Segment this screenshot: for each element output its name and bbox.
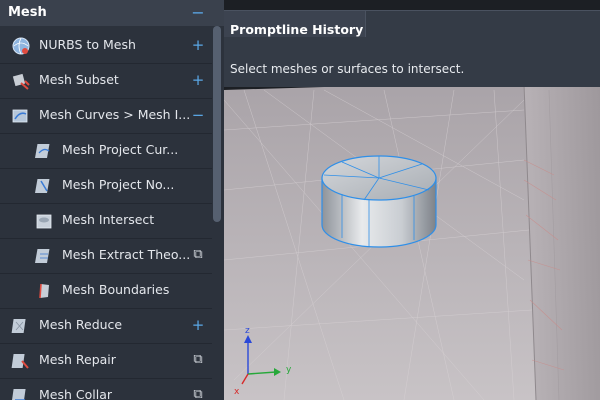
- mesh-section-header[interactable]: Mesh −: [0, 0, 224, 26]
- sidebar-item-label: Mesh Repair: [39, 352, 116, 367]
- promptline-message: Select meshes or surfaces to intersect.: [230, 62, 465, 76]
- sidebar-item-nurbs-to-mesh[interactable]: NURBS to Mesh +: [0, 28, 212, 64]
- popout-icon[interactable]: ⧉: [188, 386, 208, 400]
- sidebar-item-mesh-boundaries[interactable]: Mesh Boundaries: [0, 273, 212, 309]
- nurbs-to-mesh-icon: [12, 37, 30, 55]
- sidebar-item-mesh-collar[interactable]: Mesh Collar ⧉: [0, 378, 212, 400]
- sidebar-item-label: Mesh Intersect: [62, 212, 155, 227]
- promptline-title: Promptline History: [230, 22, 364, 37]
- sidebar-item-mesh-subset[interactable]: Mesh Subset +: [0, 63, 212, 99]
- sidebar-item-label: Mesh Collar: [39, 387, 113, 400]
- axis-y-label: y: [286, 365, 292, 375]
- axis-z-label: z: [245, 326, 250, 336]
- sidebar-item-mesh-extract-theoretical[interactable]: Mesh Extract Theo... ⧉: [0, 238, 212, 274]
- mesh-extract-theoretical-icon: [35, 249, 50, 263]
- sidebar-item-label: Mesh Project Cur...: [62, 142, 179, 157]
- sidebar-item-mesh-curves[interactable]: Mesh Curves > Mesh I... −: [0, 98, 212, 134]
- add-icon[interactable]: +: [188, 71, 208, 89]
- promptline-history-panel: Promptline History Select meshes or surf…: [215, 10, 600, 87]
- sidebar-item-mesh-reduce[interactable]: Mesh Reduce +: [0, 308, 212, 344]
- mesh-repair-icon: [11, 354, 29, 369]
- mesh-collar-icon: [11, 389, 26, 400]
- sidebar-item-label: Mesh Boundaries: [62, 282, 170, 297]
- sidebar-item-label: Mesh Reduce: [39, 317, 123, 332]
- sidebar-item-mesh-project-normal[interactable]: Mesh Project No...: [0, 168, 212, 204]
- sidebar-item-label: Mesh Subset: [39, 72, 119, 87]
- mesh-boundaries-icon: [39, 283, 49, 299]
- sidebar-item-mesh-intersect[interactable]: Mesh Intersect: [0, 203, 212, 239]
- popout-icon[interactable]: ⧉: [188, 246, 208, 264]
- cylinder-mesh[interactable]: [321, 155, 437, 248]
- add-icon[interactable]: +: [188, 316, 208, 334]
- mesh-subset-icon: [12, 73, 30, 90]
- sidebar-item-label: Mesh Curves > Mesh I...: [39, 107, 191, 122]
- collapse-icon[interactable]: −: [188, 106, 208, 124]
- sidebar-item-mesh-project-curve[interactable]: Mesh Project Cur...: [0, 133, 212, 169]
- sidebar-item-mesh-repair[interactable]: Mesh Repair ⧉: [0, 343, 212, 379]
- sidebar-item-label: Mesh Project No...: [62, 177, 175, 192]
- mesh-curves-icon: [12, 109, 28, 123]
- sidebar-scrollbar[interactable]: [213, 26, 221, 222]
- mesh-sidebar: Mesh − NURBS to Mesh + Mesh Subset + Mes…: [0, 0, 224, 400]
- popout-icon[interactable]: ⧉: [188, 351, 208, 369]
- mesh-reduce-icon: [11, 319, 26, 333]
- mesh-project-curve-icon: [35, 144, 50, 158]
- sidebar-item-label: Mesh Extract Theo...: [62, 247, 191, 262]
- mesh-project-normal-icon: [35, 179, 50, 193]
- axis-x-label: x: [234, 387, 240, 397]
- mesh-intersect-icon: [36, 214, 52, 229]
- collapse-icon[interactable]: −: [188, 4, 208, 22]
- section-title: Mesh: [8, 5, 47, 20]
- add-icon[interactable]: +: [188, 36, 208, 54]
- sidebar-item-label: NURBS to Mesh: [39, 37, 136, 52]
